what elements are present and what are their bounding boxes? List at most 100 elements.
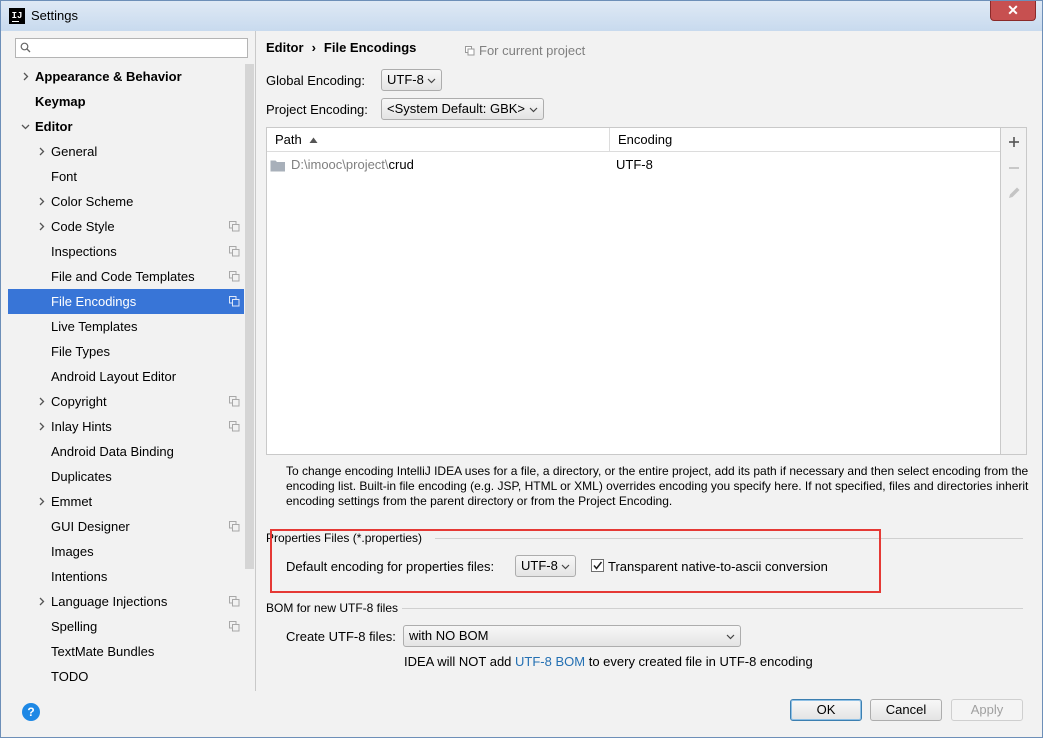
- breadcrumb: Editor › File Encodings: [266, 40, 416, 55]
- section-divider: [402, 608, 1023, 609]
- sidebar-item-label: File Encodings: [51, 294, 137, 309]
- sidebar-item-label: File and Code Templates: [51, 269, 195, 284]
- settings-content: Appearance & Behavior Keymap Editor General…: [8, 31, 1037, 691]
- sidebar-item-live-templates[interactable]: Live Templates: [8, 314, 244, 339]
- column-header-path[interactable]: Path: [275, 128, 318, 152]
- breadcrumb-file-encodings: File Encodings: [323, 40, 417, 55]
- global-encoding-combo[interactable]: UTF-8: [381, 69, 442, 91]
- sidebar-scrollbar[interactable]: [245, 64, 254, 569]
- sidebar-item-font[interactable]: Font: [8, 164, 244, 189]
- project-level-copy-icon: [229, 221, 240, 232]
- sidebar-item-label: Appearance & Behavior: [35, 69, 182, 84]
- settings-tree: Appearance & Behavior Keymap Editor General…: [8, 64, 244, 689]
- global-encoding-value: UTF-8: [387, 72, 424, 87]
- window-title: Settings: [31, 8, 78, 23]
- chevron-down-icon: [726, 634, 735, 640]
- sidebar-item-textmate-bundles[interactable]: TextMate Bundles: [8, 639, 244, 664]
- encoding-help-text: To change encoding IntelliJ IDEA uses fo…: [286, 464, 1029, 508]
- project-level-copy-icon: [229, 396, 240, 407]
- bom-note: IDEA will NOT add UTF-8 BOM to every cre…: [404, 654, 813, 669]
- sidebar-item-inspections[interactable]: Inspections: [8, 239, 244, 264]
- settings-search-input[interactable]: [15, 38, 248, 58]
- sidebar-item-label: Inlay Hints: [51, 419, 112, 434]
- help-button[interactable]: ?: [22, 703, 40, 721]
- chevron-right-icon[interactable]: [37, 397, 46, 406]
- chevron-right-icon[interactable]: [37, 147, 46, 156]
- project-level-copy-icon: [229, 421, 240, 432]
- sidebar-item-label: Editor: [35, 119, 73, 134]
- cancel-button[interactable]: Cancel: [870, 699, 942, 721]
- bom-combo[interactable]: with NO BOM: [403, 625, 741, 647]
- project-encoding-combo[interactable]: <System Default: GBK>: [381, 98, 544, 120]
- project-level-copy-icon: [229, 621, 240, 632]
- sidebar-item-label: Spelling: [51, 619, 98, 634]
- copy-icon: [465, 46, 475, 56]
- sidebar-item-file-encodings[interactable]: File Encodings: [8, 289, 244, 314]
- title-bar: IJ Settings ✕: [1, 1, 1042, 31]
- sidebar-item-emmet[interactable]: Emmet: [8, 489, 244, 514]
- sidebar-item-label: Emmet: [51, 494, 93, 509]
- sidebar-item-label: GUI Designer: [51, 519, 130, 534]
- sidebar-item-appearance-behavior[interactable]: Appearance & Behavior: [8, 64, 244, 89]
- project-level-copy-icon: [229, 296, 240, 307]
- sidebar-item-label: General: [51, 144, 98, 159]
- table-toolbar: [1001, 127, 1027, 455]
- sidebar-item-editor[interactable]: Editor: [8, 114, 244, 139]
- add-icon[interactable]: [1006, 134, 1022, 150]
- close-window-button[interactable]: ✕: [990, 1, 1036, 21]
- sidebar-item-color-scheme[interactable]: Color Scheme: [8, 189, 244, 214]
- sidebar-item-general[interactable]: General: [8, 139, 244, 164]
- sidebar-item-file-types[interactable]: File Types: [8, 339, 244, 364]
- table-header: Path Encoding: [267, 128, 1000, 152]
- chevron-right-icon[interactable]: [37, 422, 46, 431]
- sidebar-item-spelling[interactable]: Spelling: [8, 614, 244, 639]
- sidebar-item-android-data-binding[interactable]: Android Data Binding: [8, 439, 244, 464]
- bom-section-title: BOM for new UTF-8 files: [266, 601, 399, 615]
- sidebar-item-language-injections[interactable]: Language Injections: [8, 589, 244, 614]
- sidebar-item-inlay-hints[interactable]: Inlay Hints: [8, 414, 244, 439]
- column-header-encoding[interactable]: Encoding: [618, 128, 672, 152]
- encoding-mappings-table: Path Encoding D:\imooc\project\crud UTF-…: [266, 127, 1001, 455]
- breadcrumb-separator: ›: [311, 40, 316, 55]
- chevron-right-icon[interactable]: [37, 222, 46, 231]
- sidebar-item-label: Duplicates: [51, 469, 112, 484]
- apply-button[interactable]: Apply: [951, 699, 1023, 721]
- project-level-copy-icon: [229, 521, 240, 532]
- sidebar-item-copyright[interactable]: Copyright: [8, 389, 244, 414]
- table-row[interactable]: D:\imooc\project\crud UTF-8: [267, 153, 1000, 177]
- chevron-right-icon[interactable]: [21, 72, 30, 81]
- chevron-right-icon[interactable]: [37, 597, 46, 606]
- sidebar-item-android-layout-editor[interactable]: Android Layout Editor: [8, 364, 244, 389]
- sidebar-item-intentions[interactable]: Intentions: [8, 564, 244, 589]
- sidebar-item-label: Android Layout Editor: [51, 369, 177, 384]
- sidebar-item-code-style[interactable]: Code Style: [8, 214, 244, 239]
- project-encoding-value: <System Default: GBK>: [387, 101, 526, 116]
- chevron-down-icon[interactable]: [21, 122, 30, 131]
- remove-icon[interactable]: [1006, 160, 1022, 176]
- row-path-name: crud: [388, 157, 414, 172]
- sidebar-item-keymap[interactable]: Keymap: [8, 89, 244, 114]
- sidebar-item-label: Keymap: [35, 94, 86, 109]
- edit-icon[interactable]: [1006, 185, 1022, 201]
- chevron-down-icon: [427, 78, 436, 84]
- sidebar-item-label: Live Templates: [51, 319, 138, 334]
- ok-button[interactable]: OK: [790, 699, 862, 721]
- chevron-right-icon[interactable]: [37, 197, 46, 206]
- sidebar-item-images[interactable]: Images: [8, 539, 244, 564]
- settings-sidebar: Appearance & Behavior Keymap Editor General…: [8, 31, 256, 691]
- chevron-right-icon[interactable]: [37, 497, 46, 506]
- sidebar-item-file-and-code-templates[interactable]: File and Code Templates: [8, 264, 244, 289]
- sidebar-item-label: Inspections: [51, 244, 117, 259]
- sidebar-item-label: Images: [51, 544, 94, 559]
- utf8-bom-link[interactable]: UTF-8 BOM: [515, 654, 585, 669]
- sidebar-item-gui-designer[interactable]: GUI Designer: [8, 514, 244, 539]
- row-path-prefix: D:\imooc\project\: [291, 157, 389, 172]
- create-utf8-files-label: Create UTF-8 files:: [286, 629, 396, 644]
- sidebar-item-label: Language Injections: [51, 594, 168, 609]
- breadcrumb-editor: Editor: [266, 40, 304, 55]
- dialog-footer: ? OK Cancel Apply: [8, 691, 1037, 735]
- sidebar-item-todo[interactable]: TODO: [8, 664, 244, 689]
- search-icon: [20, 42, 31, 53]
- sidebar-item-duplicates[interactable]: Duplicates: [8, 464, 244, 489]
- column-divider: [609, 128, 610, 152]
